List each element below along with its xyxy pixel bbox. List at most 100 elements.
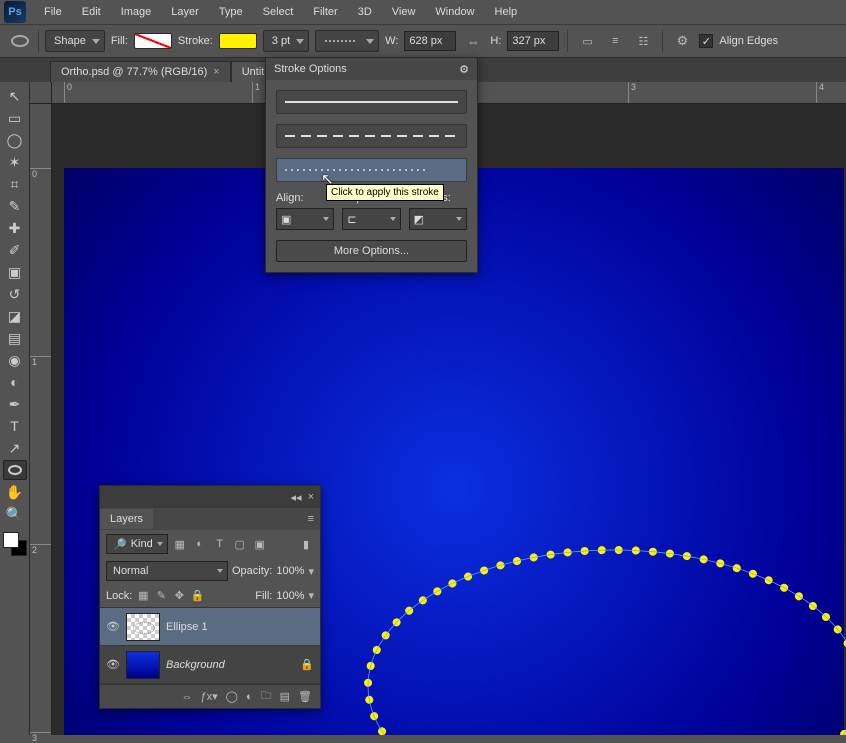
path-align-icon[interactable]: ≡ <box>604 30 626 52</box>
crop-tool-icon[interactable]: ⌗ <box>3 174 27 194</box>
close-icon[interactable]: × <box>308 491 314 503</box>
trash-icon[interactable]: 🗑 <box>298 690 312 703</box>
chevron-down-icon[interactable]: ▾ <box>308 565 314 578</box>
stroke-panel-title: Stroke Options <box>274 63 347 75</box>
menu-image[interactable]: Image <box>111 2 162 22</box>
stroke-type-dashed[interactable] <box>276 124 467 148</box>
fill-label: Fill: <box>111 35 128 47</box>
panel-menu-icon[interactable]: ≡ <box>308 513 314 525</box>
height-label: H: <box>490 35 501 47</box>
layers-panel-tabs: Layers ≡ <box>100 508 320 530</box>
chevron-down-icon[interactable]: ▾ <box>308 589 314 602</box>
lock-position-icon[interactable]: ✥ <box>172 589 186 603</box>
opacity-field[interactable]: 100% <box>276 565 304 577</box>
link-wh-icon[interactable]: ⇔ <box>462 30 484 52</box>
type-tool-icon[interactable]: T <box>3 416 27 436</box>
layers-panel-titlebar[interactable]: ◂◂ × <box>100 486 320 508</box>
fx-icon[interactable]: ƒx▾ <box>201 690 218 703</box>
fg-bg-swatch[interactable] <box>3 532 27 556</box>
stroke-type-dotted[interactable] <box>276 158 467 182</box>
eraser-tool-icon[interactable]: ◪ <box>3 306 27 326</box>
gear-icon[interactable]: ⚙ <box>671 30 693 52</box>
menu-help[interactable]: Help <box>485 2 528 22</box>
menu-view[interactable]: View <box>382 2 426 22</box>
blend-mode-select[interactable]: Normal <box>106 561 228 581</box>
tab-layers[interactable]: Layers <box>100 509 153 529</box>
pen-tool-icon[interactable]: ✒ <box>3 394 27 414</box>
filter-type-icon[interactable]: T <box>212 536 228 552</box>
blur-tool-icon[interactable]: ◉ <box>3 350 27 370</box>
menu-window[interactable]: Window <box>425 2 484 22</box>
marquee-tool-icon[interactable]: ▭ <box>3 108 27 128</box>
new-layer-icon[interactable]: ▤ <box>280 690 290 703</box>
menu-3d[interactable]: 3D <box>348 2 382 22</box>
tab-ortho[interactable]: Ortho.psd @ 77.7% (RGB/16)× <box>50 61 231 82</box>
menu-select[interactable]: Select <box>253 2 304 22</box>
width-field[interactable]: 628 px <box>404 31 456 51</box>
stroke-style-dropdown[interactable] <box>315 30 379 52</box>
stroke-caps-select[interactable]: ⊏ <box>342 208 400 230</box>
healing-tool-icon[interactable]: ✚ <box>3 218 27 238</box>
stamp-tool-icon[interactable]: ▣ <box>3 262 27 282</box>
lock-all-icon[interactable]: 🔒 <box>190 589 204 603</box>
filter-kind-select[interactable]: 🔎Kind <box>106 534 168 554</box>
ellipse-shape[interactable] <box>364 546 846 735</box>
dodge-tool-icon[interactable]: ◐ <box>3 372 27 392</box>
layer-thumbnail[interactable] <box>126 613 160 641</box>
filter-shape-icon[interactable]: ▢ <box>232 536 248 552</box>
link-layers-icon[interactable]: ⇔ <box>182 691 193 703</box>
lock-transparent-icon[interactable]: ▦ <box>136 589 150 603</box>
layer-name[interactable]: Ellipse 1 <box>166 621 314 633</box>
collapse-icon[interactable]: ◂◂ <box>291 491 302 504</box>
layer-row-background[interactable]: 👁 Background 🔒 <box>100 646 320 684</box>
close-icon[interactable]: × <box>213 66 219 78</box>
stroke-width-field[interactable]: 3 pt <box>263 30 309 52</box>
stroke-swatch[interactable] <box>219 33 257 49</box>
path-arrange-icon[interactable]: ☷ <box>632 30 654 52</box>
magic-wand-tool-icon[interactable]: ✶ <box>3 152 27 172</box>
lasso-tool-icon[interactable]: ◯ <box>3 130 27 150</box>
more-options-button[interactable]: More Options... <box>276 240 467 262</box>
menu-type[interactable]: Type <box>209 2 253 22</box>
menu-edit[interactable]: Edit <box>72 2 111 22</box>
visibility-icon[interactable]: 👁 <box>106 658 120 671</box>
height-field[interactable]: 327 px <box>507 31 559 51</box>
stroke-align-select[interactable]: ▣ <box>276 208 334 230</box>
ellipse-shape-tool-icon[interactable] <box>3 460 27 480</box>
history-brush-tool-icon[interactable]: ↺ <box>3 284 27 304</box>
layer-row-ellipse[interactable]: 👁 Ellipse 1 <box>100 608 320 646</box>
mask-icon[interactable]: ◯ <box>226 690 238 703</box>
gradient-tool-icon[interactable]: ▤ <box>3 328 27 348</box>
filter-toggle-icon[interactable]: ▮ <box>298 536 314 552</box>
filter-pixel-icon[interactable]: ▦ <box>172 536 188 552</box>
ruler-corner <box>30 82 52 104</box>
filter-smart-icon[interactable]: ▣ <box>252 536 268 552</box>
visibility-icon[interactable]: 👁 <box>106 620 120 633</box>
group-icon[interactable]: 🗀 <box>261 687 272 706</box>
path-combine-icon[interactable]: ▭ <box>576 30 598 52</box>
zoom-tool-icon[interactable]: 🔍 <box>3 504 27 524</box>
stroke-type-solid[interactable] <box>276 90 467 114</box>
tool-mode-select[interactable]: Shape <box>45 30 105 52</box>
adjustment-icon[interactable]: ◐ <box>246 691 253 703</box>
filter-adjust-icon[interactable]: ◐ <box>192 536 208 552</box>
hand-tool-icon[interactable]: ✋ <box>3 482 27 502</box>
layer-fill-field[interactable]: 100% <box>276 590 304 602</box>
gear-icon[interactable]: ⚙ <box>459 63 469 76</box>
menu-file[interactable]: File <box>34 2 72 22</box>
layer-thumbnail[interactable] <box>126 651 160 679</box>
tab-untitled-label: Untit <box>242 66 265 78</box>
ruler-v-tick: 1 <box>30 356 51 367</box>
more-options-label: More Options... <box>334 245 409 257</box>
menu-filter[interactable]: Filter <box>303 2 347 22</box>
eyedropper-tool-icon[interactable]: ✎ <box>3 196 27 216</box>
move-tool-icon[interactable]: ↖ <box>3 86 27 106</box>
path-select-tool-icon[interactable]: ↗ <box>3 438 27 458</box>
layer-name[interactable]: Background <box>166 659 294 671</box>
menu-layer[interactable]: Layer <box>161 2 209 22</box>
stroke-corners-select[interactable]: ◩ <box>409 208 467 230</box>
brush-tool-icon[interactable]: ✐ <box>3 240 27 260</box>
fill-swatch[interactable] <box>134 33 172 49</box>
lock-pixels-icon[interactable]: ✎ <box>154 589 168 603</box>
align-edges-checkbox[interactable] <box>699 34 713 48</box>
